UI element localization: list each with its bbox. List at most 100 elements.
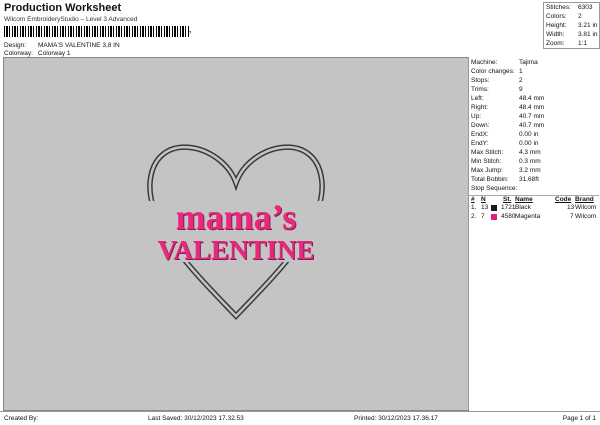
machine-label: EndY: — [471, 140, 489, 147]
col-brand: Brand — [575, 196, 594, 203]
machine-row: Trims: 9 — [471, 86, 523, 93]
machine-row: Color changes: 1 — [471, 68, 523, 75]
col-num: # — [471, 196, 475, 203]
last-saved: Last Saved: 30/12/2023 17.32.53 — [148, 415, 244, 422]
page-number: Page 1 of 1 — [562, 415, 596, 422]
machine-value: 31.68ft — [519, 176, 539, 183]
stat-label: Height: — [546, 22, 567, 29]
stat-value: 3.81 in — [578, 31, 598, 38]
color-swatch — [491, 214, 497, 220]
colorway-label: Colorway: — [4, 50, 33, 57]
machine-value: 0.3 mm — [519, 158, 541, 165]
stat-width: Width: 3.81 in — [546, 31, 598, 38]
machine-row: EndY: 0.00 in — [471, 140, 539, 147]
machine-row: Down: 40.7 mm — [471, 122, 544, 129]
machine-value: 40.7 mm — [519, 113, 545, 120]
machine-row: Stops: 2 — [471, 77, 523, 84]
machine-label: Up: — [471, 113, 482, 120]
machine-label: Trims: — [471, 86, 489, 93]
stat-value: 3.21 in — [578, 22, 598, 29]
row-st: 4580 — [501, 213, 516, 220]
machine-value: 2 — [519, 77, 523, 84]
machine-value: 3.2 mm — [519, 167, 541, 174]
machine-label: Color changes: — [471, 68, 515, 75]
machine-label: Machine: — [471, 59, 498, 66]
row-n: 7 — [481, 213, 485, 220]
stat-stitches: Stitches: 6303 — [546, 4, 592, 11]
barcode-mark: ’ — [189, 30, 192, 39]
machine-row: Up: 40.7 mm — [471, 113, 544, 120]
machine-label: Max Stitch: — [471, 149, 504, 156]
machine-row: Total Bobbin: 31.68ft — [471, 176, 539, 183]
table-row: 2. 7 4580 Magenta 7 Wilcom — [469, 213, 599, 222]
machine-label: Max Jump: — [471, 167, 503, 174]
col-n: N — [481, 196, 486, 203]
row-name: Black — [515, 204, 531, 211]
machine-value: 9 — [519, 86, 523, 93]
machine-label: Down: — [471, 122, 490, 129]
stat-label: Zoom: — [546, 40, 565, 47]
artwork: mama’s mama’s VALENTINE VALENTINE — [129, 144, 343, 320]
stat-value: 2 — [578, 13, 582, 20]
machine-label: Right: — [471, 104, 488, 111]
col-st: St. — [503, 196, 512, 203]
machine-value: 1 — [519, 68, 523, 75]
row-st: 1721 — [501, 204, 516, 211]
row-code: 13 — [567, 204, 575, 211]
stats-box: Stitches: 6303 Colors: 2 Height: 3.21 in Wi… — [543, 2, 600, 49]
machine-label: Total Bobbin: — [471, 176, 509, 183]
machine-panel: Machine: Tajima Color changes: 1 Stops: 2 T… — [468, 57, 599, 409]
row-brand: Wilcom — [575, 213, 597, 220]
machine-value: 48.4 mm — [519, 95, 545, 102]
worksheet-title: Production Worksheet — [4, 2, 122, 14]
machine-row: Right: 48.4 mm — [471, 104, 544, 111]
machine-row: Min Stitch: 0.3 mm — [471, 158, 541, 165]
design-row: Design: MAMA'S VALENTINE 3,8 IN — [4, 42, 120, 49]
machine-label: Min Stitch: — [471, 158, 502, 165]
barcode — [4, 26, 190, 37]
machine-value: 0.00 in — [519, 140, 539, 147]
colorway-value: Colorway 1 — [38, 50, 71, 57]
design-preview: mama’s mama’s VALENTINE VALENTINE — [3, 57, 469, 411]
stat-colors: Colors: 2 — [546, 13, 582, 20]
stat-label: Colors: — [546, 13, 567, 20]
stat-zoom: Zoom: 1:1 — [546, 40, 587, 47]
row-num: 1. — [471, 204, 477, 211]
row-code: 7 — [570, 213, 574, 220]
machine-label: Left: — [471, 95, 484, 102]
stop-sequence-title: Stop Sequence: — [471, 185, 518, 192]
table-row: 1. 13 1721 Black 13 Wilcom — [469, 204, 599, 213]
stat-value: 1:1 — [578, 40, 588, 47]
machine-label: Stops: — [471, 77, 490, 84]
artwork-line-1: mama’s — [176, 197, 297, 237]
stat-height: Height: 3.21 in — [546, 22, 598, 29]
machine-value: 0.00 in — [519, 131, 539, 138]
machine-value: 48.4 mm — [519, 104, 545, 111]
row-num: 2. — [471, 213, 477, 220]
row-brand: Wilcom — [575, 204, 597, 211]
machine-value: Tajima — [519, 59, 538, 66]
colorway-row: Colorway: Colorway 1 — [4, 50, 71, 57]
color-swatch — [491, 205, 497, 211]
row-name: Magenta — [515, 213, 541, 220]
created-by: Created By: — [4, 415, 39, 422]
design-label: Design: — [4, 42, 27, 49]
machine-row: Left: 48.4 mm — [471, 95, 544, 102]
machine-row: Max Stitch: 4.3 mm — [471, 149, 541, 156]
machine-row: Max Jump: 3.2 mm — [471, 167, 541, 174]
row-n: 13 — [481, 204, 489, 211]
machine-label: EndX: — [471, 131, 489, 138]
machine-row: Machine: Tajima — [471, 59, 538, 66]
stat-value: 6303 — [578, 4, 593, 11]
stat-label: Stitches: — [546, 4, 571, 11]
machine-value: 4.3 mm — [519, 149, 541, 156]
machine-value: 40.7 mm — [519, 122, 545, 129]
stat-label: Width: — [546, 31, 565, 38]
footer: Created By: Last Saved: 30/12/2023 17.32… — [0, 411, 600, 425]
machine-row: EndX: 0.00 in — [471, 131, 539, 138]
software-subtitle: Wilcom EmbroideryStudio – Level 3 Advanc… — [4, 16, 138, 23]
printed-date: Printed: 30/12/2023 17.36.17 — [354, 415, 438, 422]
col-code: Code — [555, 196, 572, 203]
col-name: Name — [515, 196, 533, 203]
artwork-line-2: VALENTINE — [157, 235, 314, 265]
